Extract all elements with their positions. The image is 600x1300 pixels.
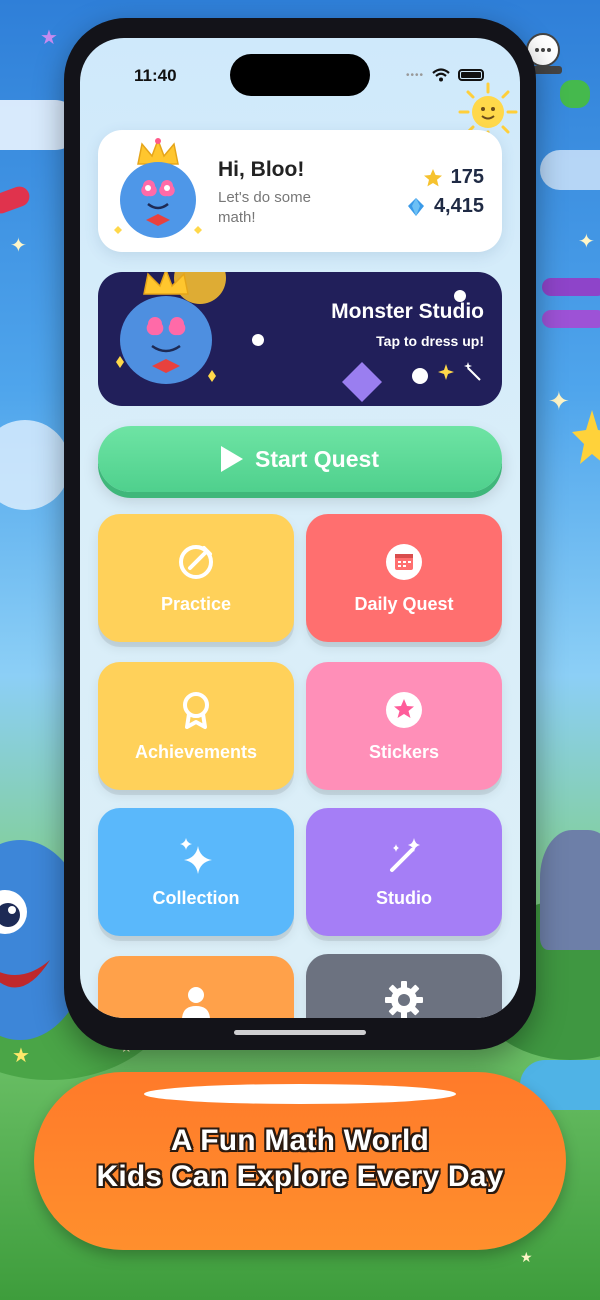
greeting-text: Hi, Bloo!	[218, 158, 305, 181]
monster-studio-banner[interactable]: Monster Studio Tap to dress up!	[98, 272, 502, 406]
promo-banner: A Fun Math World Kids Can Explore Every …	[34, 1072, 566, 1250]
sparkle: ★	[40, 27, 58, 49]
sparkle: ★	[520, 1249, 533, 1265]
monster-avatar	[114, 137, 202, 238]
play-icon	[221, 446, 243, 472]
profile-tile[interactable]	[98, 956, 294, 1018]
wifi-icon	[432, 68, 450, 82]
app-screen: 11:40 •••• Hi, Bloo! Let's do some math!…	[80, 38, 520, 1018]
status-icons: ••••	[406, 68, 484, 82]
studio-title: Monster Studio	[331, 300, 484, 323]
gems-counter: 4,415	[406, 195, 484, 218]
green-block	[560, 80, 590, 108]
sparkle: ★	[12, 1045, 30, 1067]
achievements-tile[interactable]: Achievements	[98, 662, 294, 790]
stickers-tile[interactable]: Stickers	[306, 662, 502, 790]
start-quest-button[interactable]: Start Quest	[98, 426, 502, 492]
start-quest-label: Start Quest	[255, 445, 379, 472]
tile-label: Achievements	[134, 741, 258, 762]
cloud	[540, 150, 600, 190]
ribbon-icon	[183, 691, 209, 729]
tile-label: Stickers	[368, 741, 440, 762]
tagline-line-1: A Fun Math World	[170, 1124, 430, 1157]
gems-value: 4,415	[433, 195, 484, 217]
star-icon	[423, 168, 442, 186]
sparkle: ✦	[548, 386, 570, 416]
calendar-icon	[386, 543, 422, 580]
gear-icon	[385, 981, 423, 1018]
studio-subtitle: Tap to dress up!	[376, 333, 484, 349]
sparkle: ✦	[578, 231, 595, 253]
gem-icon	[407, 197, 424, 216]
pencil-circle-icon	[179, 544, 213, 579]
red-block	[0, 183, 33, 217]
banner-highlight	[144, 1084, 456, 1104]
purple-block	[542, 278, 600, 296]
tile-label: Practice	[160, 593, 232, 614]
stars-value: 175	[450, 166, 484, 188]
tagline-line-2: Kids Can Explore Every Day	[96, 1160, 504, 1193]
battery-icon	[458, 69, 484, 81]
star-decoration	[572, 410, 600, 464]
dynamic-island	[230, 54, 370, 96]
diamond-decoration	[342, 362, 382, 402]
tile-label: Studio	[376, 887, 432, 908]
sparkle: ✦	[10, 235, 27, 257]
tile-label: Collection	[152, 887, 240, 908]
cloud	[0, 420, 70, 510]
settings-tile[interactable]	[306, 954, 502, 1018]
stars-counter: 175	[423, 166, 484, 189]
profile-card[interactable]: Hi, Bloo! Let's do some math! 175 4,415	[98, 130, 502, 252]
signal-icon: ••••	[405, 69, 424, 81]
magic-wand-icon	[390, 837, 420, 872]
practice-tile[interactable]: Practice	[98, 514, 294, 642]
dot-decoration	[252, 334, 264, 346]
purple-block	[542, 310, 600, 328]
monster-avatar	[116, 272, 226, 384]
tile-label: Daily Quest	[354, 593, 454, 614]
status-time: 11:40	[134, 66, 177, 85]
magic-wand-icon	[438, 362, 481, 381]
home-indicator	[234, 1030, 366, 1035]
sparkles-icon	[180, 837, 212, 874]
person-icon	[182, 987, 210, 1018]
star-badge-icon	[386, 691, 422, 728]
collection-tile[interactable]: Collection	[98, 808, 294, 936]
dot-decoration	[412, 368, 428, 384]
daily-quest-tile[interactable]: Daily Quest	[306, 514, 502, 642]
studio-tile[interactable]: Studio	[306, 808, 502, 936]
cliff	[540, 830, 600, 950]
greeting-subtitle: Let's do some math!	[218, 189, 311, 226]
